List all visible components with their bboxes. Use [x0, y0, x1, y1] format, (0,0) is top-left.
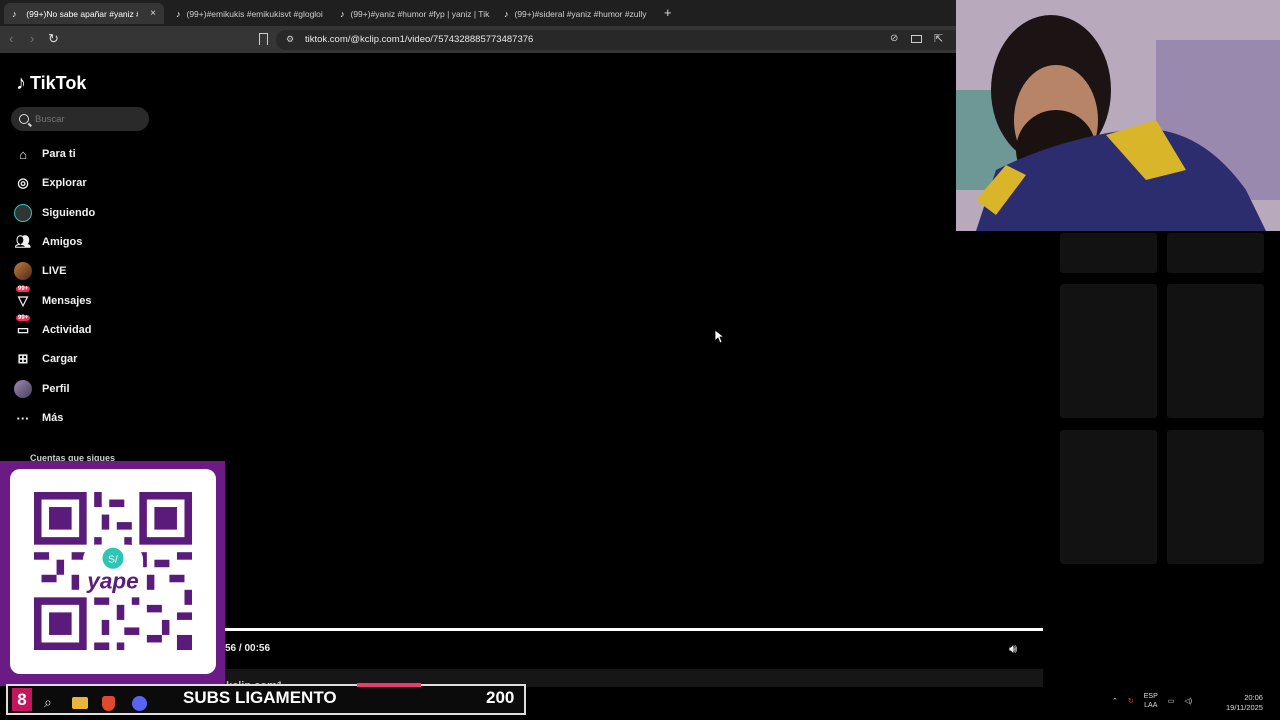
sidebar-item-para-ti[interactable]: ⌂ Para ti [14, 143, 76, 165]
tracking-off-icon[interactable]: ⊘ [890, 33, 898, 44]
browser-tab[interactable]: ♪ (99+)#emikukis #emikukisvt #glogloi [168, 3, 326, 24]
tiktok-favicon-icon: ♪ [12, 8, 17, 19]
search-box[interactable] [11, 107, 149, 131]
video-time: 56 / 00:56 [225, 643, 271, 654]
tab-title: (99+)No sabe apañar #yaniz #m [26, 8, 139, 19]
clock-time: 20:06 [1244, 693, 1263, 702]
upload-icon: ⊞ [17, 351, 29, 366]
sidebar-item-mensajes[interactable]: ▽ 99+ Mensajes [14, 286, 92, 312]
brand-name: TikTok [30, 73, 87, 93]
share-icon[interactable]: ⇱ [934, 32, 943, 45]
following-avatar-icon [14, 204, 32, 222]
sol-symbol: S/ [108, 554, 118, 566]
tiktok-favicon-icon: ♪ [176, 8, 181, 19]
profile-avatar-icon [14, 380, 32, 398]
cast-icon[interactable] [911, 35, 922, 43]
site-info-icon[interactable]: ⚙ [286, 34, 294, 45]
tab-title: (99+)#emikukis #emikukisvt #glogloi [186, 8, 323, 19]
language-code: ESP [1143, 693, 1158, 700]
sidebar-item-label: Para ti [42, 148, 76, 160]
sidebar-item-live[interactable]: LIVE [14, 260, 66, 282]
sidebar-item-explorar[interactable]: ◎ Explorar [14, 172, 87, 194]
sidebar-item-label: Explorar [42, 177, 87, 189]
compass-icon: ◎ [17, 175, 29, 190]
activity-icon: ▭ 99+ [16, 315, 31, 337]
subs-count: 8 [12, 688, 32, 711]
forward-icon[interactable]: › [30, 31, 34, 46]
sidebar-item-label: LIVE [42, 265, 67, 277]
sidebar-item-amigos[interactable]: 👥︎ Amigos [14, 231, 83, 253]
yape-logo-text: yape [86, 568, 138, 593]
browser-tab[interactable]: ♪ (99+)#yaniz #humor #fyp | yaniz | Tik [332, 3, 492, 24]
sidebar-item-label: Más [42, 412, 64, 424]
related-video-tile[interactable] [1060, 233, 1157, 273]
tab-title: (99+)#yaniz #humor #fyp | yaniz | Tik [350, 8, 490, 19]
keyboard-layout: LAA [1144, 702, 1158, 709]
reload-icon[interactable]: ↻ [48, 31, 59, 47]
sidebar-item-label: Siguiendo [42, 207, 96, 219]
new-tab-button[interactable]: + [664, 5, 672, 20]
url-text[interactable]: tiktok.com/@kclip.com1/video/75743288857… [305, 34, 533, 45]
notification-badge: 99+ [16, 315, 31, 321]
tab-title: (99+)#sideral #yaniz #humor #zully [514, 8, 647, 19]
tiktok-note-icon: ♪ [16, 72, 26, 94]
subs-goal-target: 200 [486, 688, 515, 707]
volume-icon[interactable]: 🔊︎ [1009, 641, 1017, 657]
speaker-icon[interactable]: ◁) [1184, 697, 1192, 705]
sidebar-item-actividad[interactable]: ▭ 99+ Actividad [14, 315, 92, 341]
friends-icon: 👥︎ [14, 234, 32, 249]
sidebar-item-siguiendo[interactable]: Siguiendo [14, 202, 95, 224]
chevron-up-icon[interactable]: ⌃ [1112, 697, 1118, 705]
clock-date: 19/11/2025 [1226, 703, 1263, 712]
taskbar-clock[interactable]: 20:06 19/11/2025 [1226, 693, 1263, 713]
brave-browser-icon[interactable] [102, 696, 115, 711]
sidebar-item-perfil[interactable]: Perfil [14, 378, 70, 400]
yape-qr-code: S/ yape [34, 492, 192, 650]
display-icon[interactable]: ▭ [1168, 697, 1175, 705]
related-video-tile[interactable] [1167, 430, 1264, 564]
live-avatar-icon [14, 262, 32, 280]
browser-tab-active[interactable]: ♪ (99+)No sabe apañar #yaniz #m × [4, 3, 164, 24]
tiktok-logo[interactable]: ♪ TikTok [16, 72, 86, 95]
tiktok-favicon-icon: ♪ [340, 8, 345, 19]
subs-goal-progress [357, 683, 421, 687]
webcam-image [956, 0, 1280, 231]
related-video-tile[interactable] [1167, 233, 1264, 273]
tiktok-favicon-icon: ♪ [504, 8, 509, 19]
language-indicator[interactable]: ESP LAA [1144, 692, 1158, 710]
home-icon: ⌂ [19, 146, 27, 162]
back-icon[interactable]: ‹ [9, 31, 13, 46]
video-progress-fill [225, 628, 1043, 631]
subs-goal-label: SUBS LIGAMENTO [183, 688, 337, 707]
sync-icon[interactable]: ↻ [1128, 697, 1134, 705]
file-explorer-icon[interactable] [72, 697, 88, 709]
related-video-tile[interactable] [1060, 430, 1157, 564]
sidebar-item-label: Perfil [42, 383, 70, 395]
notification-badge: 99+ [16, 286, 31, 292]
sidebar-item-label: Mensajes [42, 295, 92, 307]
search-input[interactable] [35, 113, 135, 125]
close-tab-icon[interactable]: × [150, 8, 156, 19]
related-video-tile[interactable] [1060, 284, 1157, 418]
more-icon: ··· [16, 410, 30, 426]
sidebar-item-mas[interactable]: ··· Más [14, 407, 64, 429]
sidebar-item-label: Actividad [42, 324, 92, 336]
messages-icon: ▽ 99+ [16, 286, 31, 308]
related-video-tile[interactable] [1167, 284, 1264, 418]
browser-tab[interactable]: ♪ (99+)#sideral #yaniz #humor #zully [496, 3, 654, 24]
system-tray: ⌃ ↻ ESP LAA ▭ ◁) [1112, 692, 1192, 710]
sidebar-item-cargar[interactable]: ⊞ Cargar [14, 348, 78, 370]
bookmark-icon[interactable] [259, 33, 268, 45]
search-icon [19, 114, 29, 124]
search-icon[interactable]: ⌕ [44, 694, 52, 711]
sidebar-item-label: Cargar [42, 353, 78, 365]
webcam-overlay [956, 0, 1280, 231]
sidebar-item-label: Amigos [42, 236, 83, 248]
discord-icon[interactable] [132, 696, 147, 711]
